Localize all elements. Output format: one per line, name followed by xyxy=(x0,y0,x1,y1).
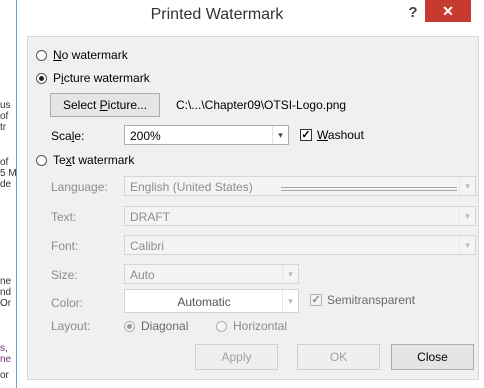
font-label: Font: xyxy=(51,239,79,253)
ok-button[interactable]: OK xyxy=(297,344,380,370)
text-combobox[interactable]: DRAFT ▾ xyxy=(124,206,476,226)
washout-checkbox[interactable]: ✓ xyxy=(300,129,312,141)
language-divider xyxy=(281,190,457,191)
font-value: Calibri xyxy=(130,239,165,253)
text-value: DRAFT xyxy=(130,210,170,224)
check-icon: ✓ xyxy=(301,129,311,141)
background-text-line: de xyxy=(0,179,12,190)
language-label: Language: xyxy=(51,180,108,194)
layout-horizontal-label[interactable]: Horizontal xyxy=(233,319,287,333)
background-text-line: or xyxy=(0,370,9,381)
picture-watermark-label[interactable]: Picture watermark xyxy=(53,71,150,85)
picture-watermark-radio[interactable] xyxy=(36,73,47,84)
semitransparent-label[interactable]: Semitransparent xyxy=(327,293,415,307)
background-text-line: Or xyxy=(0,298,12,309)
background-document: us of tr of 5 M de ne nd Or s, ne or xyxy=(0,0,16,388)
size-combobox[interactable]: Auto ▾ xyxy=(124,264,299,284)
close-icon: ✕ xyxy=(442,3,454,19)
apply-button[interactable]: Apply xyxy=(195,344,278,370)
scale-label: Scale: xyxy=(51,129,85,143)
text-watermark-radio[interactable] xyxy=(36,155,47,166)
color-value: Automatic xyxy=(177,295,231,309)
chevron-down-icon[interactable]: ▾ xyxy=(459,177,475,195)
background-text-line: of xyxy=(0,111,9,122)
text-label: Text: xyxy=(51,210,77,224)
washout-label[interactable]: Washout xyxy=(317,128,364,142)
no-watermark-label[interactable]: No watermark xyxy=(53,48,128,62)
close-button[interactable]: Close xyxy=(391,344,474,370)
color-combobox[interactable]: Automatic ▾ xyxy=(124,289,299,313)
picture-file-path: C:\...\Chapter09\OTSI-Logo.png xyxy=(176,98,347,112)
text-watermark-label[interactable]: Text watermark xyxy=(53,153,134,167)
help-button[interactable]: ? xyxy=(403,2,423,24)
dialog-body: No watermark Picture watermark Select Pi… xyxy=(27,36,479,380)
semitransparent-checkbox[interactable]: ✓ xyxy=(310,294,322,306)
background-text-line: tr xyxy=(0,122,7,133)
chevron-down-icon[interactable]: ▾ xyxy=(282,290,298,312)
language-combobox[interactable]: English (United States) ▾ xyxy=(124,176,476,196)
language-value: English (United States) xyxy=(130,180,253,194)
background-text-line: nd xyxy=(0,287,12,298)
font-combobox[interactable]: Calibri ▾ xyxy=(124,235,476,255)
background-text-line: ne xyxy=(0,354,12,365)
background-text-line: of xyxy=(0,157,9,168)
printed-watermark-dialog: Printed Watermark ? ✕ No watermark Pictu… xyxy=(16,0,484,388)
layout-diagonal-radio[interactable] xyxy=(124,321,135,332)
chevron-down-icon[interactable]: ▾ xyxy=(459,207,475,225)
color-label: Color: xyxy=(51,296,84,310)
background-text-line: s, xyxy=(0,343,8,354)
scale-value: 200% xyxy=(130,129,161,143)
select-picture-button[interactable]: Select Picture... xyxy=(50,93,160,117)
close-window-button[interactable]: ✕ xyxy=(425,0,471,22)
layout-label: Layout: xyxy=(51,319,91,333)
title-bar: Printed Watermark ? ✕ xyxy=(17,0,484,34)
scale-combobox[interactable]: 200% ▾ xyxy=(124,125,289,145)
no-watermark-radio[interactable] xyxy=(36,50,47,61)
chevron-down-icon[interactable]: ▾ xyxy=(459,236,475,254)
background-text-line: 5 M xyxy=(0,168,16,179)
language-divider xyxy=(281,187,457,188)
background-text-line: us xyxy=(0,100,11,111)
size-value: Auto xyxy=(130,268,155,282)
chevron-down-icon[interactable]: ▾ xyxy=(272,126,288,144)
background-text-line: ne xyxy=(0,276,12,287)
layout-diagonal-label[interactable]: Diagonal xyxy=(141,319,188,333)
layout-horizontal-radio[interactable] xyxy=(216,321,227,332)
size-label: Size: xyxy=(51,268,78,282)
chevron-down-icon[interactable]: ▾ xyxy=(282,265,298,283)
check-icon: ✓ xyxy=(311,294,321,306)
dialog-title: Printed Watermark xyxy=(150,6,284,23)
